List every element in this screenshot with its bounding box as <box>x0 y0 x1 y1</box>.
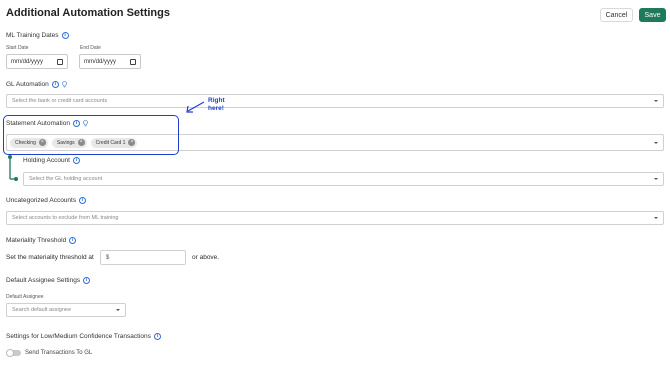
info-icon[interactable]: i <box>51 81 59 88</box>
annotation-text: Right here! <box>208 97 225 113</box>
info-icon[interactable]: i <box>61 32 69 39</box>
currency-symbol: $ <box>106 254 110 261</box>
start-date-label: Start Date <box>6 45 29 51</box>
ml-training-section-label: ML Training Dates i <box>6 32 69 39</box>
annotation-line-2: here! <box>208 105 224 112</box>
ml-training-label: ML Training Dates <box>6 32 59 39</box>
uncategorized-placeholder: Select accounts to exclude from ML train… <box>12 215 119 221</box>
default-assignee-label: Default Assignee Settings <box>6 277 81 284</box>
gl-automation-placeholder: Select the bank or credit card accounts <box>12 98 108 104</box>
info-icon[interactable]: i <box>69 237 77 244</box>
uncategorized-section-label: Uncategorized Accounts i <box>6 197 87 204</box>
send-to-gl-toggle[interactable] <box>6 348 21 357</box>
low-confidence-label: Settings for Low/Medium Confidence Trans… <box>6 333 151 340</box>
info-icon[interactable]: i <box>83 277 91 284</box>
end-date-value: mm/dd/yyyy <box>84 58 117 65</box>
uncategorized-label: Uncategorized Accounts <box>6 197 77 204</box>
cancel-button[interactable]: Cancel <box>600 8 633 22</box>
uncategorized-select[interactable]: Select accounts to exclude from ML train… <box>6 211 664 225</box>
materiality-suffix: or above. <box>192 254 220 261</box>
calendar-icon[interactable] <box>57 58 63 65</box>
holding-account-placeholder: Select the GL holding account <box>29 176 103 182</box>
annotation-highlight-box <box>3 115 179 155</box>
info-icon[interactable]: i <box>72 157 80 164</box>
info-icon[interactable]: i <box>79 197 87 204</box>
lightbulb-icon[interactable] <box>61 81 67 88</box>
materiality-input[interactable]: $ <box>100 250 186 265</box>
holding-account-label: Holding Account <box>23 157 70 164</box>
chevron-down-icon <box>654 217 658 219</box>
materiality-label: Materiality Threshold <box>6 237 67 244</box>
default-assignee-sub-label: Default Assignee <box>6 294 44 300</box>
chevron-down-icon <box>654 141 658 144</box>
materiality-section-label: Materiality Threshold i <box>6 237 77 244</box>
end-date-label: End Date <box>80 45 101 51</box>
toggle-knob <box>6 348 14 357</box>
send-to-gl-toggle-row: Send Transactions To GL <box>6 348 93 357</box>
info-icon[interactable]: i <box>153 333 161 340</box>
gl-automation-section-label: GL Automation i <box>6 81 67 88</box>
default-assignee-placeholder: Search default assignee <box>12 307 72 313</box>
holding-account-select[interactable]: Select the GL holding account <box>23 172 664 186</box>
start-date-value: mm/dd/yyyy <box>11 58 44 65</box>
annotation-line-1: Right <box>208 97 225 104</box>
send-to-gl-label: Send Transactions To GL <box>25 350 93 356</box>
annotation-arrow-icon <box>186 101 205 113</box>
connector-icon <box>8 155 18 181</box>
calendar-icon[interactable] <box>130 58 136 65</box>
low-confidence-section-label: Settings for Low/Medium Confidence Trans… <box>6 333 161 340</box>
materiality-prefix: Set the materiality threshold at <box>6 254 94 261</box>
default-assignee-select[interactable]: Search default assignee <box>6 303 126 317</box>
chevron-down-icon <box>654 100 658 102</box>
chevron-down-icon <box>116 309 120 311</box>
default-assignee-section-label: Default Assignee Settings i <box>6 277 91 284</box>
gl-automation-label: GL Automation <box>6 81 49 88</box>
page-title: Additional Automation Settings <box>6 7 170 19</box>
save-button[interactable]: Save <box>639 8 666 22</box>
chevron-down-icon <box>654 178 658 180</box>
gl-automation-select[interactable]: Select the bank or credit card accounts <box>6 94 664 108</box>
holding-account-section-label: Holding Account i <box>23 157 80 164</box>
end-date-input[interactable]: mm/dd/yyyy <box>79 54 141 69</box>
start-date-input[interactable]: mm/dd/yyyy <box>6 54 68 69</box>
